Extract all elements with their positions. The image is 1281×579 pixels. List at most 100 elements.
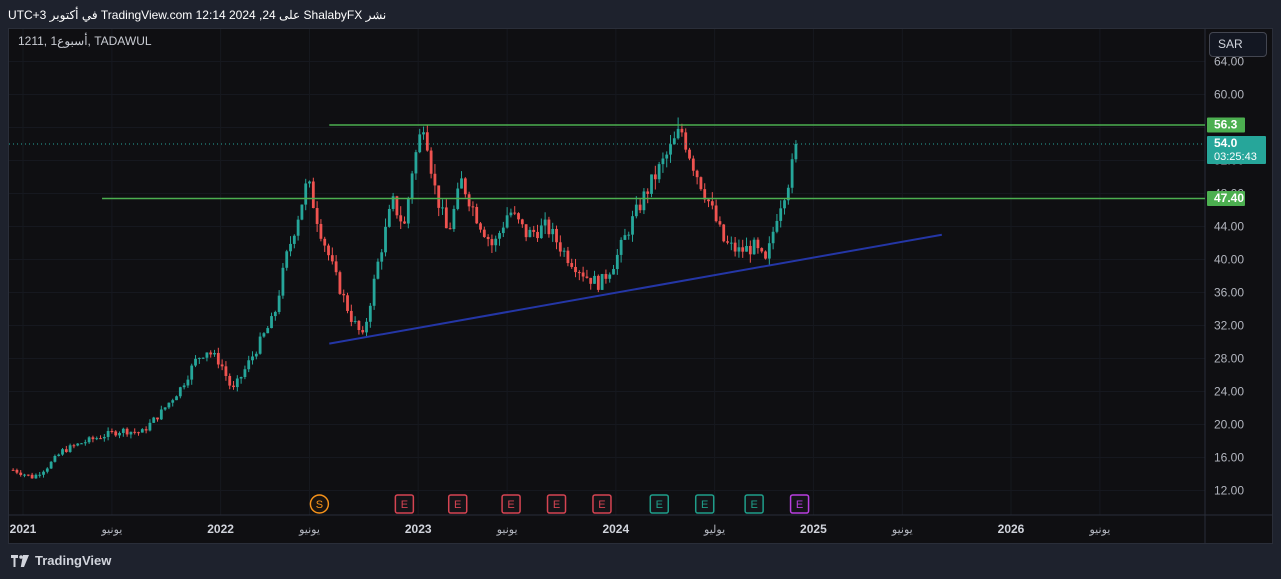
candle-body	[600, 274, 604, 290]
y-tick-label: 24.00	[1214, 385, 1244, 399]
x-tick-label: 2025	[800, 522, 827, 536]
candle-body	[186, 379, 190, 386]
candle-body	[498, 233, 501, 239]
candle-body	[551, 228, 555, 235]
candle-body	[239, 376, 243, 379]
candle-body	[140, 429, 144, 433]
x-tick-label: يونيو	[891, 524, 913, 536]
candle-body	[178, 387, 182, 397]
candle-body	[45, 468, 49, 472]
candle-body	[547, 219, 551, 235]
candle-body	[167, 402, 171, 408]
x-tick-label: 2022	[207, 522, 234, 536]
candle-body	[463, 178, 467, 195]
candle-body	[26, 474, 30, 476]
candle-body	[315, 208, 319, 224]
candle-body	[327, 245, 330, 256]
candle-body	[11, 469, 15, 471]
candle-body	[334, 261, 338, 273]
candle-body	[718, 221, 722, 225]
candle-body	[513, 212, 517, 214]
candle-body	[171, 400, 175, 403]
tradingview-logo[interactable]: TradingView	[11, 553, 111, 568]
candle-body	[752, 239, 756, 255]
candle-body	[110, 431, 114, 433]
currency-button[interactable]: SAR	[1209, 32, 1267, 57]
candle-body	[422, 132, 425, 135]
price-tag-countdown: 03:25:43	[1214, 151, 1257, 163]
candle-body	[779, 208, 783, 221]
candle-body	[490, 239, 494, 246]
candle-body	[642, 191, 646, 211]
candle-body	[118, 432, 121, 436]
candle-body	[433, 173, 437, 186]
candle-body	[95, 438, 99, 440]
candle-body	[722, 224, 726, 242]
candle-body	[429, 150, 433, 174]
candle-body	[494, 238, 498, 246]
event-marker-letter: E	[796, 499, 803, 511]
candle-body	[475, 206, 479, 224]
candle-body	[619, 239, 623, 255]
candle-body	[53, 455, 57, 462]
candle-body	[300, 204, 304, 220]
y-tick-label: 40.00	[1214, 253, 1244, 267]
candle-body	[137, 432, 140, 434]
candle-body	[387, 208, 391, 227]
tradingview-brand-label: TradingView	[35, 553, 112, 568]
candle-body	[505, 215, 509, 228]
candle-body	[209, 352, 213, 355]
candle-body	[593, 275, 596, 284]
event-marker-letter: E	[701, 499, 708, 511]
candle-body	[102, 436, 106, 439]
candle-body	[710, 201, 714, 206]
candle-body	[270, 316, 273, 329]
candle-body	[323, 238, 327, 246]
candle-body	[129, 431, 133, 435]
candle-body	[414, 152, 418, 174]
candle-body	[794, 144, 798, 160]
candle-body	[163, 407, 167, 410]
candle-body	[304, 183, 308, 205]
candle-body	[482, 229, 486, 237]
candle-body	[38, 474, 42, 476]
candle-body	[418, 134, 422, 153]
candle-body	[688, 149, 691, 159]
candle-body	[729, 242, 733, 244]
candle-body	[581, 272, 585, 277]
candle-body	[19, 472, 23, 475]
candle-body	[72, 445, 76, 447]
candle-body	[91, 437, 95, 440]
y-tick-label: 36.00	[1214, 286, 1244, 300]
candle-body	[194, 358, 197, 366]
event-marker-letter: E	[507, 499, 514, 511]
event-marker-letter: E	[750, 499, 757, 511]
candle-body	[384, 226, 387, 253]
candle-body	[646, 191, 650, 194]
candle-body	[368, 305, 372, 322]
price-chart[interactable]: 64.0060.0056.0052.0048.0044.0040.0036.00…	[0, 0, 1281, 579]
tradingview-logo-icon	[11, 554, 29, 567]
candle-body	[471, 206, 475, 208]
candle-body	[114, 431, 118, 436]
event-marker-letter: E	[454, 499, 461, 511]
candle-body	[330, 255, 334, 262]
candle-body	[425, 132, 429, 151]
candle-body	[133, 431, 137, 433]
candle-body	[444, 207, 448, 229]
candle-body	[57, 454, 61, 456]
candle-body	[520, 219, 524, 225]
candle-body	[243, 369, 247, 377]
candle-body	[99, 438, 102, 440]
candle-body	[665, 154, 669, 159]
candle-body	[501, 227, 505, 234]
candle-body	[410, 173, 414, 199]
candle-body	[361, 330, 365, 333]
candle-body	[365, 321, 368, 333]
candle-body	[695, 170, 699, 178]
price-tag-label: 56.3	[1214, 118, 1238, 132]
candle-body	[756, 239, 760, 249]
candle-body	[448, 228, 452, 230]
y-tick-label: 20.00	[1214, 418, 1244, 432]
candle-body	[372, 278, 376, 306]
